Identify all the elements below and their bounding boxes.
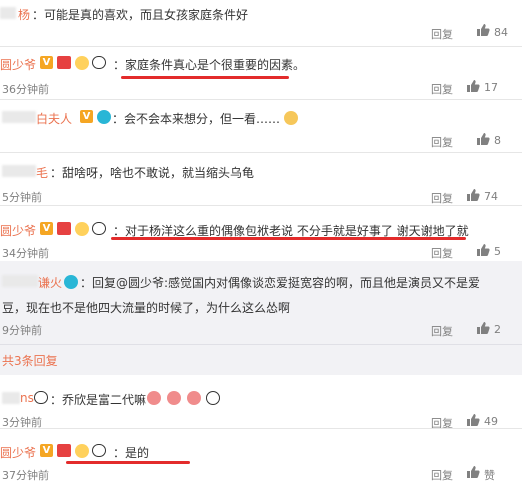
red-underline-annotation <box>66 461 190 464</box>
thumbs-up-icon <box>467 79 480 92</box>
comment-item: 毛 ：甜啥呀，啥也不敢说，就当缩头乌龟 5分钟前 回复 74 <box>0 153 522 205</box>
user-badges: V <box>40 221 107 236</box>
thumbs-up-icon <box>477 321 490 334</box>
red-underline-annotation <box>111 237 466 240</box>
avatar <box>2 111 36 123</box>
crown-badge-icon <box>56 444 71 457</box>
like-button[interactable] <box>466 464 480 479</box>
like-button[interactable] <box>476 131 490 146</box>
comment-username[interactable]: ns <box>20 391 34 405</box>
comment-text: ：会不会本来想分，但一看…… <box>112 112 281 126</box>
comment-text: ：回复@圆少爷:感觉国内对偶像谈恋爱挺宽容的啊，而且他是演员又不是爱 <box>80 276 481 290</box>
panda-badge-icon <box>34 391 48 404</box>
eye-badge-icon <box>96 109 111 124</box>
comment-username[interactable]: 圆少爷 <box>0 444 36 461</box>
like-button[interactable] <box>476 22 490 37</box>
comment-username[interactable]: 杨 <box>18 6 30 23</box>
comment-username[interactable]: 谦火 <box>38 274 62 291</box>
like-count: 74 <box>484 190 498 203</box>
panda-badge-icon <box>92 444 107 457</box>
emoji-group <box>145 390 221 405</box>
comment-text: ：可能是真的喜欢，而且女孩家庭条件好 <box>32 8 249 22</box>
comment-username[interactable]: 圆少爷 <box>0 56 36 73</box>
thumbs-up-icon <box>477 132 490 145</box>
verified-v-icon: V <box>40 56 53 69</box>
comment-time: 5分钟前 <box>2 191 42 204</box>
divider <box>0 344 522 345</box>
verified-v-icon: V <box>40 222 53 235</box>
like-button[interactable] <box>476 320 490 335</box>
comment-item: 杨 ：可能是真的喜欢，而且女孩家庭条件好 回复 84 <box>0 0 522 46</box>
comment-text: ：乔欣是富二代嘛 <box>50 393 147 407</box>
panda-badge-icon <box>92 222 107 235</box>
view-all-replies-link[interactable]: 共3条回复 <box>2 352 58 369</box>
thumbs-up-icon <box>477 23 490 36</box>
emoji-icon <box>147 390 161 405</box>
hand-badge-icon <box>74 221 89 236</box>
avatar <box>0 7 16 19</box>
user-badges: V <box>80 109 111 124</box>
reply-button[interactable]: 回复 <box>431 323 453 339</box>
comment-username[interactable]: 圆少爷 <box>0 222 36 239</box>
comment-time: 36分钟前 <box>2 83 49 96</box>
comment-text: ：家庭条件真心是个很重要的因素。 <box>113 58 306 72</box>
like-count: 5 <box>494 245 501 258</box>
like-count: 赞 <box>484 469 495 482</box>
like-button[interactable] <box>466 187 480 202</box>
thumbs-up-icon <box>467 188 480 201</box>
comment-text: ：甜啥呀，啥也不敢说，就当缩头乌龟 <box>50 166 255 180</box>
comment-item: 圆少爷 V ：是的 37分钟前 回复 赞 <box>0 429 522 484</box>
thumbs-up-icon <box>467 413 480 426</box>
user-badges <box>34 390 48 404</box>
comment-text-continued: 豆，现在也不是他四大流量的时候了，为什么这么怂啊 <box>2 301 291 315</box>
like-count: 49 <box>484 415 498 428</box>
panda-badge-icon <box>92 56 107 69</box>
avatar <box>2 165 36 177</box>
reply-button[interactable]: 回复 <box>431 134 453 150</box>
like-button[interactable] <box>466 78 480 93</box>
verified-v-icon: V <box>80 110 93 123</box>
thumbs-up-icon <box>477 243 490 256</box>
comment-username[interactable]: 毛 <box>36 164 48 181</box>
replies-panel: 谦火 ：回复@圆少爷:感觉国内对偶像谈恋爱挺宽容的啊，而且他是演员又不是爱 豆，… <box>0 261 522 375</box>
comment-item: ns ：乔欣是富二代嘛 3分钟前 回复 49 <box>0 376 522 430</box>
reply-button[interactable]: 回复 <box>431 467 453 483</box>
user-badges <box>64 274 78 289</box>
hand-badge-icon <box>74 443 89 458</box>
like-count: 17 <box>484 81 498 94</box>
reply-button[interactable]: 回复 <box>431 245 453 261</box>
comment-time: 37分钟前 <box>2 469 49 482</box>
like-button[interactable] <box>466 412 480 427</box>
comment-item: 圆少爷 V ：家庭条件真心是个很重要的因素。 36分钟前 回复 17 <box>0 47 522 99</box>
like-count: 8 <box>494 134 501 147</box>
hand-badge-icon <box>74 55 89 70</box>
crown-badge-icon <box>56 222 71 235</box>
like-count: 84 <box>494 26 508 39</box>
emoji-icon <box>284 111 298 125</box>
like-count: 2 <box>494 323 501 336</box>
reply-button[interactable]: 回复 <box>431 81 453 97</box>
user-badges: V <box>40 55 107 70</box>
crown-badge-icon <box>56 56 71 69</box>
comment-text: ：是的 <box>113 446 150 460</box>
like-button[interactable] <box>476 242 490 257</box>
comment-item: 圆少爷 V ：对于杨洋这么重的偶像包袱老说 不分手就是好事了 谢天谢地了就 34… <box>0 206 522 260</box>
emoji-icon <box>206 390 221 405</box>
comment-time: 9分钟前 <box>2 324 42 337</box>
thumbs-up-icon <box>467 465 480 478</box>
emoji-icon <box>166 390 181 405</box>
avatar <box>2 275 38 287</box>
comment-username[interactable]: 白夫人 <box>36 110 72 127</box>
comment-item: 白夫人 V ：会不会本来想分，但一看…… 回复 8 <box>0 100 522 152</box>
user-badges: V <box>40 443 107 458</box>
reply-button[interactable]: 回复 <box>431 190 453 206</box>
eye-badge-icon <box>64 274 78 289</box>
verified-v-icon: V <box>40 444 53 457</box>
comment-time: 34分钟前 <box>2 247 49 260</box>
emoji-icon <box>186 390 201 405</box>
avatar <box>2 392 20 404</box>
red-underline-annotation <box>121 76 289 79</box>
reply-button[interactable]: 回复 <box>431 26 453 42</box>
